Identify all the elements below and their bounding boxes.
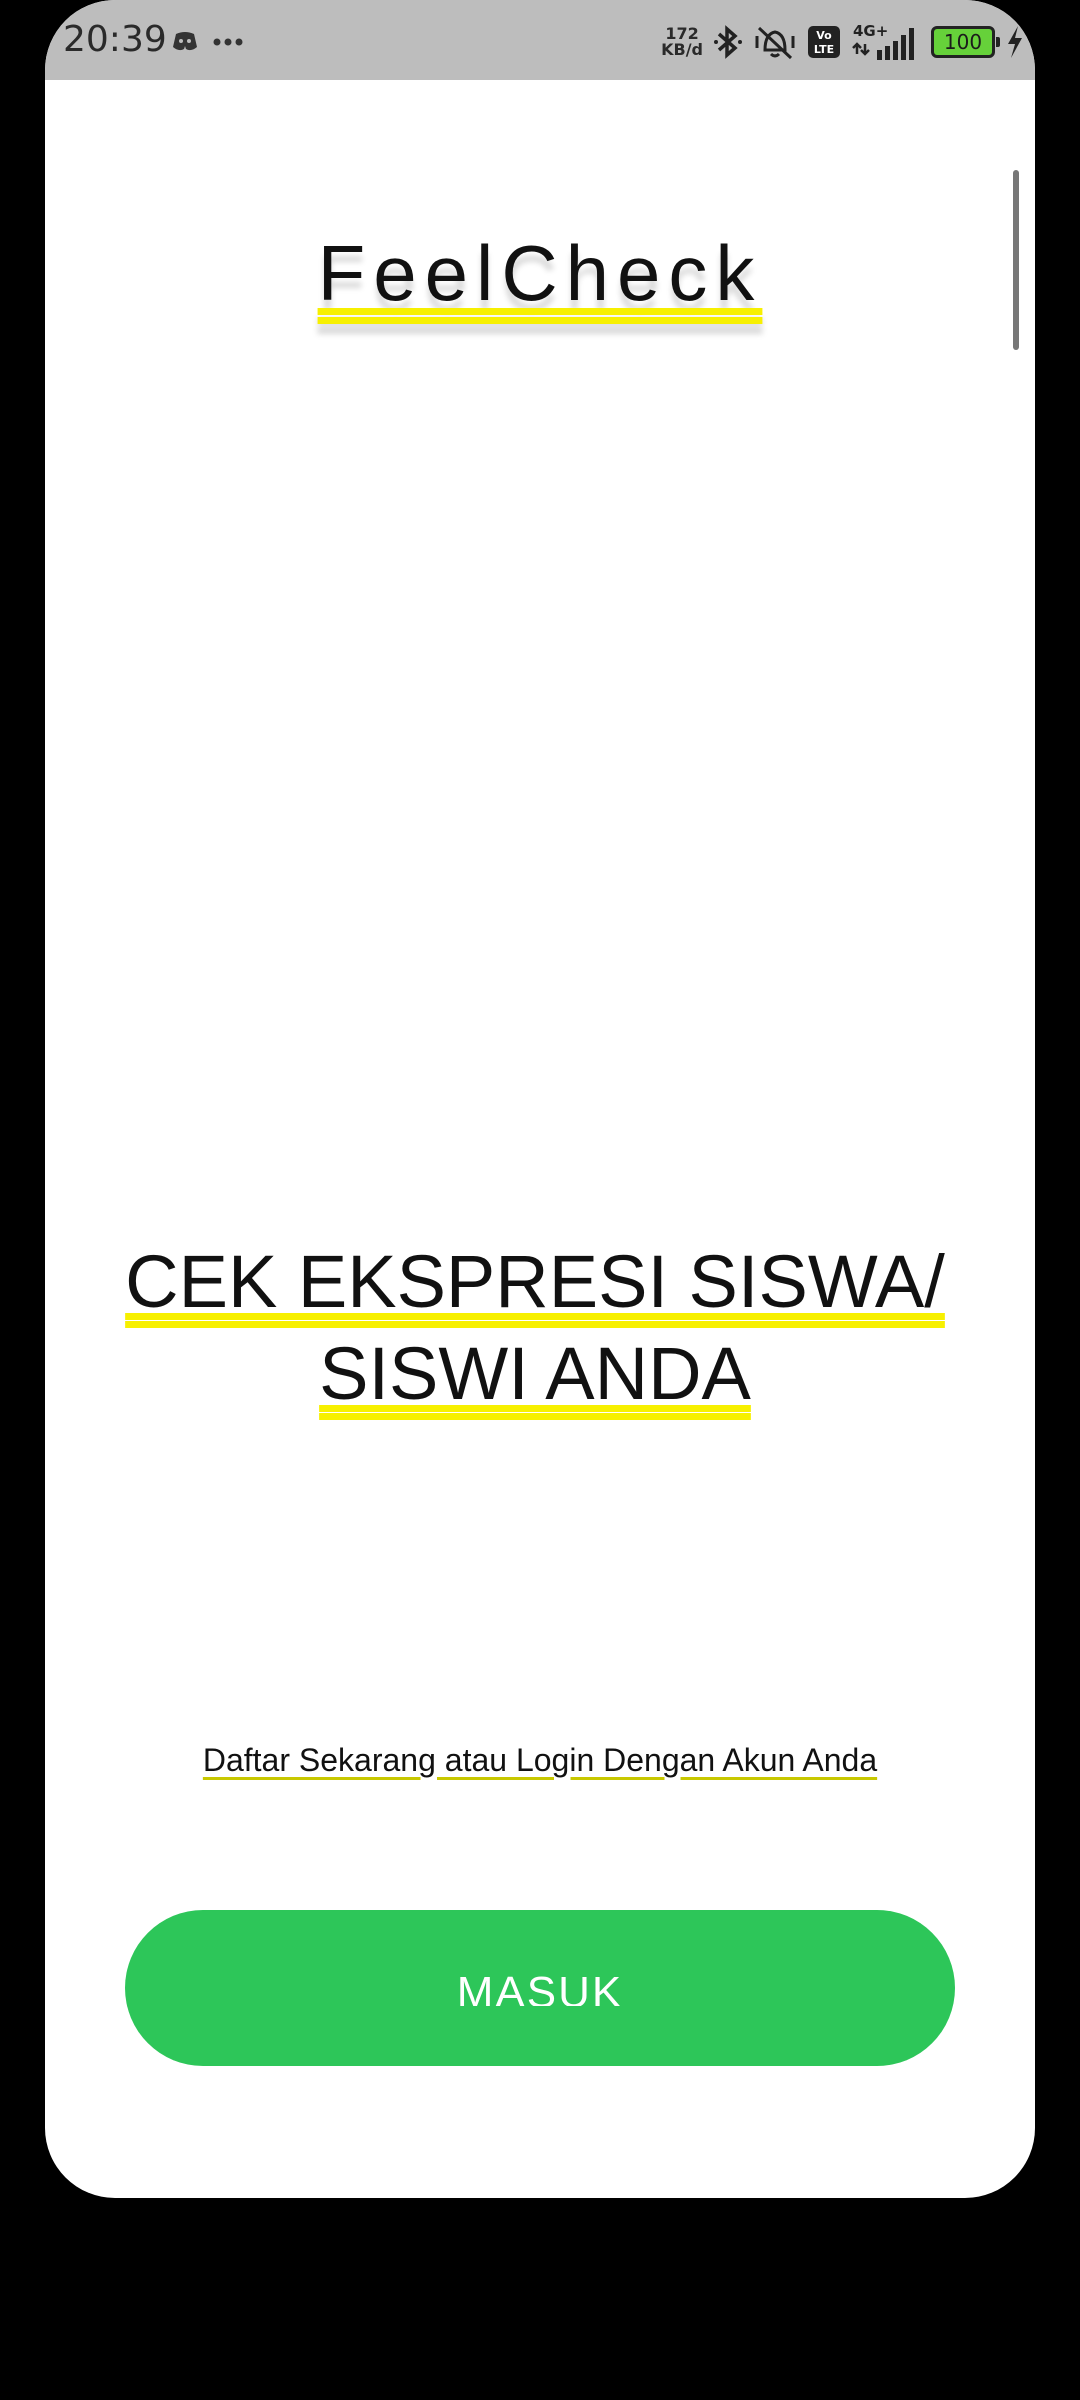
app-screen: 20:39 172 KB/d Vo LTE 4G+ 100 FeelCheck …	[45, 0, 1035, 2198]
bluetooth-icon	[714, 25, 742, 59]
signal-4g-icon: 4G+	[852, 22, 914, 60]
subtitle: Daftar Sekarang atau Login Dengan Akun A…	[202, 1742, 878, 1778]
discord-icon	[173, 32, 243, 51]
app-title: FeelCheck	[317, 229, 763, 317]
volte-icon: Vo LTE	[808, 26, 840, 58]
status-left-icons	[173, 30, 253, 58]
status-time: 20:39	[63, 19, 167, 60]
headline: CEK EKSPRESI SISWA/ SISWI ANDA	[125, 1240, 945, 1415]
svg-text:Vo: Vo	[816, 29, 832, 42]
status-right-icons: 172 KB/d Vo LTE 4G+ 100	[661, 20, 1025, 64]
network-speed: 172 KB/d	[661, 24, 703, 59]
svg-text:LTE: LTE	[814, 43, 834, 56]
battery-indicator: 100	[931, 26, 1000, 58]
vibrate-icon	[755, 26, 795, 60]
status-bar: 20:39 172 KB/d Vo LTE 4G+ 100	[45, 0, 1035, 80]
svg-text:4G+: 4G+	[853, 22, 888, 40]
masuk-button[interactable]: MASUK	[125, 1910, 955, 2066]
masuk-button-label: MASUK	[456, 1968, 624, 2006]
charging-icon	[1008, 26, 1022, 58]
